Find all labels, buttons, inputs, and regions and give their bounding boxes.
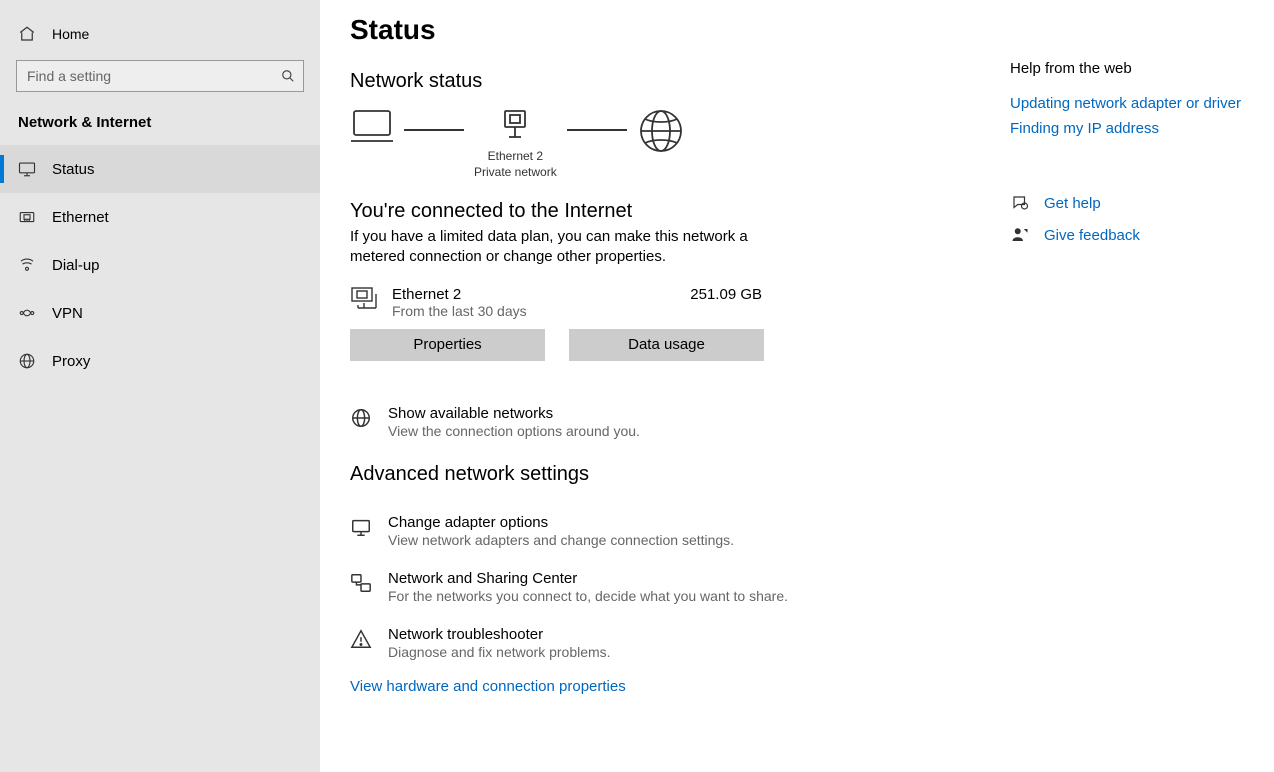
search-input[interactable] [16, 60, 304, 92]
search-container [16, 60, 304, 92]
connection-name: Ethernet 2 [392, 286, 676, 303]
home-icon [18, 25, 36, 43]
category-heading: Network & Internet [0, 106, 320, 145]
connected-body: If you have a limited data plan, you can… [350, 227, 770, 268]
give-feedback-link[interactable]: Give feedback [1010, 225, 1250, 245]
diagram-network-type: Private network [474, 165, 557, 181]
get-help-link[interactable]: Get help [1010, 193, 1250, 213]
sidebar-item-label: Dial-up [52, 257, 100, 274]
connection-period: From the last 30 days [392, 303, 676, 319]
sidebar-item-label: VPN [52, 305, 83, 322]
help-link-ip-address[interactable]: Finding my IP address [1010, 120, 1159, 137]
ethernet-port-icon [350, 286, 378, 310]
sidebar-item-vpn[interactable]: VPN [0, 289, 320, 337]
option-title: Network and Sharing Center [388, 570, 788, 587]
page-title: Status [350, 14, 1010, 46]
option-sub: For the networks you connect to, decide … [388, 588, 788, 604]
view-hardware-link[interactable]: View hardware and connection properties [350, 678, 626, 695]
data-usage-button[interactable]: Data usage [569, 329, 764, 361]
help-link-adapter-driver[interactable]: Updating network adapter or driver [1010, 95, 1241, 112]
right-rail: Help from the web Updating network adapt… [1010, 10, 1250, 772]
adapter-icon [350, 516, 372, 538]
feedback-icon [1010, 225, 1030, 245]
option-sub: Diagnose and fix network problems. [388, 644, 611, 660]
diagram-line-2 [567, 129, 627, 131]
sharing-icon [350, 572, 372, 594]
get-help-label: Get help [1044, 195, 1101, 212]
home-button[interactable]: Home [0, 14, 320, 54]
globe-icon [18, 352, 36, 370]
help-chat-icon [1010, 193, 1030, 213]
main-area: Status Network status Ethernet 2 Priva [320, 0, 1274, 772]
home-label: Home [52, 26, 89, 42]
computer-node [350, 107, 394, 145]
sidebar-item-label: Status [52, 161, 95, 178]
sidebar-item-label: Ethernet [52, 209, 109, 226]
option-title: Network troubleshooter [388, 626, 611, 643]
warning-icon [350, 628, 372, 650]
network-status-heading: Network status [350, 70, 1010, 93]
globe-icon [350, 407, 372, 429]
sidebar: Home Network & Internet Status Ethernet [0, 0, 320, 772]
properties-button[interactable]: Properties [350, 329, 545, 361]
network-diagram: Ethernet 2 Private network [350, 107, 1010, 180]
option-sub: View network adapters and change connect… [388, 532, 734, 548]
sidebar-item-label: Proxy [52, 353, 90, 370]
network-sharing-center[interactable]: Network and Sharing Center For the netwo… [350, 566, 1010, 622]
search-icon[interactable] [278, 66, 298, 86]
connected-heading: You're connected to the Internet [350, 200, 1010, 223]
rail-heading: Help from the web [1010, 60, 1250, 77]
vpn-icon [18, 304, 36, 322]
sidebar-item-proxy[interactable]: Proxy [0, 337, 320, 385]
network-troubleshooter[interactable]: Network troubleshooter Diagnose and fix … [350, 622, 1010, 678]
give-feedback-label: Give feedback [1044, 227, 1140, 244]
internet-node [637, 107, 685, 155]
content-column: Status Network status Ethernet 2 Priva [350, 10, 1010, 772]
ethernet-icon [18, 208, 36, 226]
diagram-line-1 [404, 129, 464, 131]
adapter-node: Ethernet 2 Private network [474, 107, 557, 180]
sidebar-item-status[interactable]: Status [0, 145, 320, 193]
diagram-adapter-name: Ethernet 2 [488, 149, 543, 165]
change-adapter-options[interactable]: Change adapter options View network adap… [350, 510, 1010, 566]
connection-row: Ethernet 2 From the last 30 days 251.09 … [350, 286, 762, 319]
option-title: Show available networks [388, 405, 640, 422]
dialup-icon [18, 256, 36, 274]
sidebar-item-ethernet[interactable]: Ethernet [0, 193, 320, 241]
option-sub: View the connection options around you. [388, 423, 640, 439]
show-available-networks[interactable]: Show available networks View the connect… [350, 401, 1010, 457]
monitor-icon [18, 160, 36, 178]
connection-buttons: Properties Data usage [350, 329, 1010, 361]
option-title: Change adapter options [388, 514, 734, 531]
sidebar-item-dialup[interactable]: Dial-up [0, 241, 320, 289]
advanced-heading: Advanced network settings [350, 463, 1010, 486]
connection-usage: 251.09 GB [690, 286, 762, 303]
